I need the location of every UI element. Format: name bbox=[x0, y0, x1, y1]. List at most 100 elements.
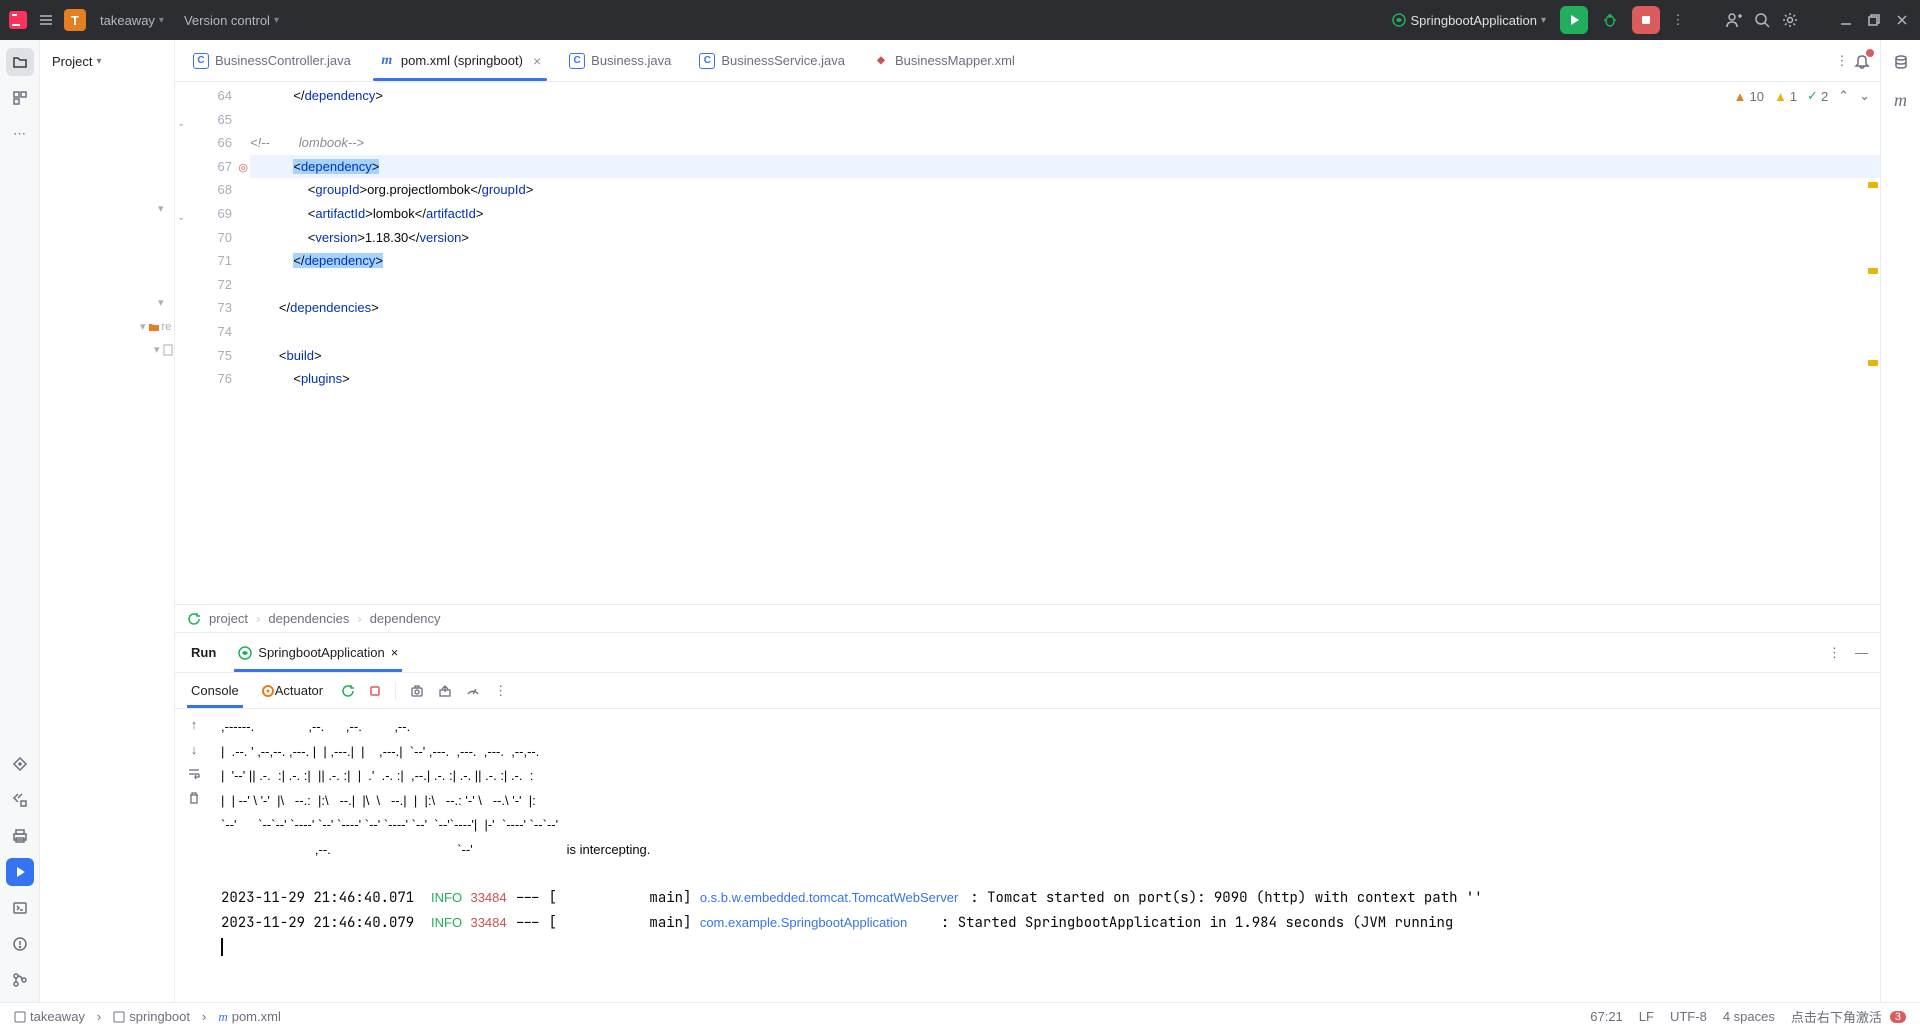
actuator-label: Actuator bbox=[275, 683, 323, 698]
gauge-icon[interactable] bbox=[466, 684, 480, 698]
run-minimize-icon[interactable]: — bbox=[1855, 645, 1868, 660]
more-actions-icon[interactable]: ⋮ bbox=[1668, 10, 1688, 30]
chevron-down-icon: ▾ bbox=[96, 56, 101, 67]
scroll-up-icon[interactable]: ↑ bbox=[191, 717, 198, 732]
settings-icon[interactable] bbox=[1780, 10, 1800, 30]
run-config-label: SpringbootApplication bbox=[1410, 13, 1536, 28]
sb-file-pom[interactable]: mpom.xml bbox=[214, 1009, 285, 1025]
minimize-icon[interactable] bbox=[1836, 10, 1856, 30]
code-with-me-icon[interactable] bbox=[1724, 10, 1744, 30]
vcs-selector[interactable]: Version control ▾ bbox=[178, 13, 285, 28]
stop-button[interactable] bbox=[1632, 6, 1660, 34]
marker-strip[interactable] bbox=[1866, 82, 1880, 604]
run-button[interactable] bbox=[1560, 6, 1588, 34]
maximize-icon[interactable] bbox=[1864, 10, 1884, 30]
main-menu-icon[interactable] bbox=[36, 10, 56, 30]
editor-tab[interactable]: CBusinessController.java bbox=[179, 40, 365, 81]
export-icon[interactable] bbox=[438, 684, 452, 698]
database-tool-icon[interactable] bbox=[1887, 48, 1915, 76]
services-tool-icon[interactable] bbox=[6, 750, 34, 778]
project-badge[interactable]: T bbox=[64, 9, 86, 31]
build-tool-icon[interactable] bbox=[6, 786, 34, 814]
run-config-tab[interactable]: SpringbootApplication × bbox=[234, 633, 402, 672]
right-tool-strip: m bbox=[1880, 40, 1920, 1002]
tree-item[interactable]: ▾ bbox=[154, 343, 174, 356]
status-bar: takeaway › springboot › mpom.xml 67:21 L… bbox=[0, 1002, 1920, 1030]
editor-tab[interactable]: ◆BusinessMapper.xml bbox=[859, 40, 1029, 81]
debug-button[interactable] bbox=[1596, 6, 1624, 34]
camera-icon[interactable] bbox=[410, 684, 424, 698]
sb-line-sep[interactable]: LF bbox=[1635, 1009, 1658, 1024]
terminal-tool-icon[interactable] bbox=[6, 894, 34, 922]
warning-count: 1 bbox=[1790, 89, 1797, 104]
spring-icon bbox=[1392, 13, 1406, 27]
run-tool-icon[interactable] bbox=[6, 858, 34, 886]
tree-item[interactable]: ▾ re bbox=[140, 320, 171, 333]
project-panel[interactable]: Project ▾ ▾ ▾ ▾ re ▾ bbox=[40, 40, 175, 1002]
problems-tool-icon[interactable] bbox=[6, 930, 34, 958]
tree-fold-icon[interactable]: ▾ bbox=[158, 296, 164, 309]
inspections-widget[interactable]: ▲10 ▲1 ✓2 ⌃ ⌄ bbox=[1734, 88, 1870, 104]
tree-fold-icon[interactable]: ▾ bbox=[158, 202, 164, 215]
gutter[interactable]: 64⌄6566◎6768⌄6970717273747576 bbox=[175, 82, 250, 604]
run-tab[interactable]: Run bbox=[187, 633, 220, 672]
sb-encoding[interactable]: UTF-8 bbox=[1666, 1009, 1711, 1024]
sb-module-takeaway[interactable]: takeaway bbox=[10, 1009, 89, 1024]
scroll-down-icon[interactable]: ↓ bbox=[191, 742, 198, 757]
chevron-up-icon[interactable]: ⌃ bbox=[1838, 88, 1849, 104]
crumb-dependency[interactable]: dependency bbox=[370, 611, 441, 626]
close-icon[interactable] bbox=[1892, 10, 1912, 30]
editor: CBusinessController.javampom.xml (spring… bbox=[175, 40, 1880, 1002]
actuator-tab[interactable]: Actuator bbox=[257, 673, 327, 708]
sb-indent[interactable]: 4 spaces bbox=[1719, 1009, 1779, 1024]
git-tool-icon[interactable] bbox=[6, 966, 34, 994]
search-icon[interactable] bbox=[1752, 10, 1772, 30]
chevron-down-icon: ▾ bbox=[1541, 15, 1546, 26]
console-more-icon[interactable]: ⋮ bbox=[494, 683, 507, 699]
warning-icon: ▲ bbox=[1774, 89, 1787, 104]
code-text[interactable]: </dependency><!-- lombook--> <dependency… bbox=[250, 82, 1880, 604]
crumb-dependencies[interactable]: dependencies bbox=[268, 611, 349, 626]
trash-icon[interactable] bbox=[187, 791, 201, 805]
vcs-label: Version control bbox=[184, 13, 270, 28]
editor-tabs: CBusinessController.javampom.xml (spring… bbox=[175, 40, 1880, 82]
project-tool-icon[interactable] bbox=[6, 48, 34, 76]
close-icon[interactable]: × bbox=[533, 53, 541, 69]
console-tab[interactable]: Console bbox=[187, 673, 243, 708]
code-area[interactable]: 64⌄6566◎6768⌄6970717273747576 </dependen… bbox=[175, 82, 1880, 604]
project-tool-title[interactable]: Project ▾ bbox=[52, 54, 102, 69]
stop-icon[interactable] bbox=[369, 685, 381, 697]
more-tool-icon[interactable]: ⋯ bbox=[6, 120, 34, 148]
sb-module-springboot[interactable]: springboot bbox=[109, 1009, 194, 1024]
run-more-icon[interactable]: ⋮ bbox=[1828, 645, 1841, 661]
maven-tool-icon[interactable]: m bbox=[1887, 86, 1915, 114]
play-icon bbox=[1567, 13, 1581, 27]
titlebar: T takeaway▾ Version control ▾ SpringbootA… bbox=[0, 0, 1920, 40]
tab-more-icon[interactable]: ⋮ bbox=[1832, 51, 1852, 71]
tab-label: BusinessService.java bbox=[721, 53, 845, 68]
breadcrumbs[interactable]: project› dependencies› dependency bbox=[175, 604, 1880, 632]
run-config-selector[interactable]: SpringbootApplication ▾ bbox=[1386, 13, 1552, 28]
editor-tab[interactable]: CBusinessService.java bbox=[685, 40, 859, 81]
close-icon[interactable]: × bbox=[391, 645, 399, 660]
refresh-icon[interactable] bbox=[187, 612, 201, 626]
sb-caret-pos[interactable]: 67:21 bbox=[1586, 1009, 1627, 1024]
left-tool-strip: ⋯ bbox=[0, 40, 40, 1002]
project-selector[interactable]: takeaway▾ bbox=[94, 13, 170, 28]
rerun-icon[interactable] bbox=[341, 684, 355, 698]
editor-tab[interactable]: mpom.xml (springboot)× bbox=[365, 40, 555, 81]
tab-label: pom.xml (springboot) bbox=[401, 53, 523, 68]
chevron-down-icon: ▾ bbox=[274, 15, 279, 26]
print-tool-icon[interactable] bbox=[6, 822, 34, 850]
editor-tab[interactable]: CBusiness.java bbox=[555, 40, 685, 81]
sb-activate[interactable]: 点击右下角激活3 bbox=[1787, 1007, 1910, 1026]
stop-icon bbox=[1640, 14, 1652, 26]
tab-label: BusinessController.java bbox=[215, 53, 351, 68]
run-panel: Run SpringbootApplication × ⋮ — Console bbox=[175, 632, 1880, 1002]
notifications-icon[interactable] bbox=[1852, 51, 1872, 71]
structure-tool-icon[interactable] bbox=[6, 84, 34, 112]
soft-wrap-icon[interactable] bbox=[187, 767, 201, 781]
console-output[interactable]: ,------. ,--. ,--. ,--. | .--. ' ,--,--.… bbox=[213, 709, 1880, 1002]
console-toolbar: ↑ ↓ bbox=[175, 709, 213, 1002]
crumb-project[interactable]: project bbox=[209, 611, 248, 626]
